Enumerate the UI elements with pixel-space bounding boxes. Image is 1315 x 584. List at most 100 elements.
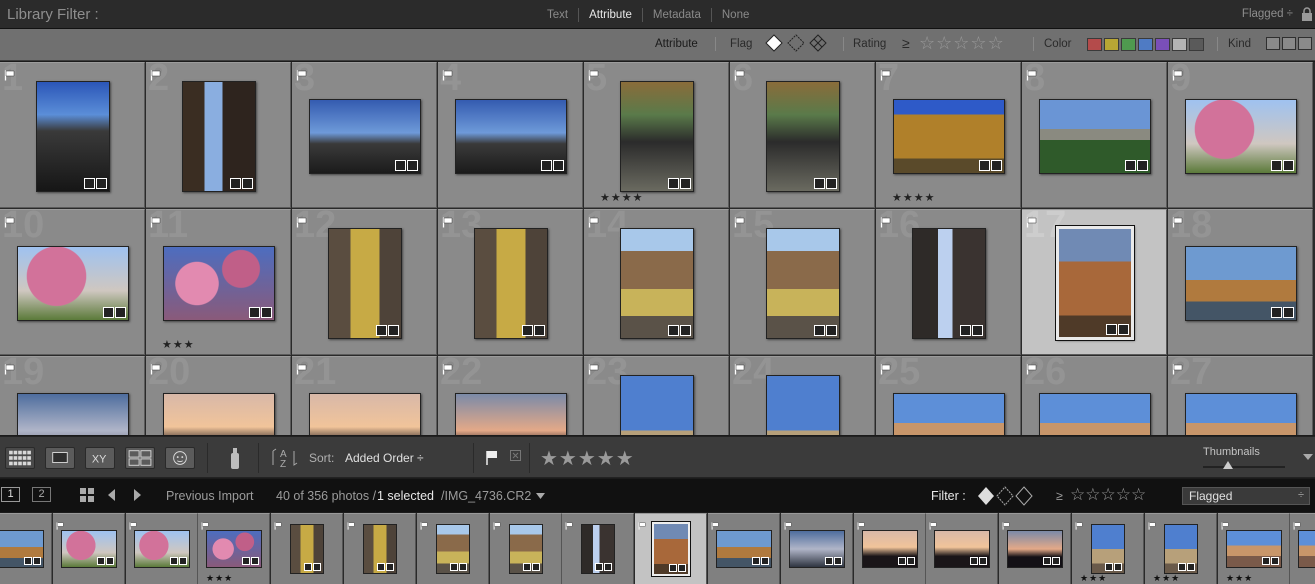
edit-badge-icon[interactable]	[242, 178, 253, 189]
filmstrip-cell[interactable]	[344, 513, 416, 584]
filmstrip-thumbnail[interactable]	[0, 530, 44, 568]
keyword-badge-icon[interactable]	[668, 178, 679, 189]
filmstrip-cell[interactable]: ★★★	[198, 513, 270, 584]
rating-operator[interactable]: ≥	[1056, 489, 1063, 503]
edit-badge-icon[interactable]	[115, 307, 126, 318]
toolbar-menu-chevron-icon[interactable]	[1303, 454, 1313, 460]
star-icon[interactable]: ☆	[970, 34, 986, 52]
filmstrip-cell[interactable]	[271, 513, 343, 584]
thumbnail-size-slider[interactable]	[1203, 466, 1285, 468]
edit-badge-icon[interactable]	[972, 325, 983, 336]
flag-icon[interactable]	[296, 362, 307, 375]
keyword-badge-icon[interactable]	[814, 178, 825, 189]
photo-thumbnail[interactable]	[766, 375, 840, 435]
lock-icon[interactable]	[1301, 7, 1313, 21]
edit-badge-icon[interactable]	[1283, 160, 1294, 171]
grid-view-button[interactable]	[5, 447, 35, 469]
painter-spray-icon[interactable]	[225, 445, 245, 471]
photo-thumbnail[interactable]	[455, 393, 567, 435]
keyword-badge-icon[interactable]	[1105, 563, 1113, 571]
grid-cell[interactable]: 11 ★★★	[146, 209, 291, 355]
secondary-window-button[interactable]: 2	[32, 487, 51, 502]
filmstrip-thumbnail[interactable]	[789, 530, 845, 568]
photo-thumbnail[interactable]	[182, 81, 256, 192]
keyword-badge-icon[interactable]	[242, 557, 250, 565]
photo-thumbnail[interactable]	[1185, 99, 1297, 174]
photo-thumbnail[interactable]	[17, 393, 129, 435]
keyword-badge-icon[interactable]	[669, 564, 677, 572]
filmstrip-cell[interactable]: ★★★	[1072, 513, 1144, 584]
edit-badge-icon[interactable]	[106, 557, 114, 565]
edit-badge-icon[interactable]	[459, 563, 467, 571]
grid-cell[interactable]: 23	[584, 356, 729, 435]
photo-thumbnail[interactable]	[309, 99, 421, 174]
keyword-badge-icon[interactable]	[395, 160, 406, 171]
photo-thumbnail[interactable]	[309, 393, 421, 435]
flag-icon[interactable]	[1172, 362, 1183, 375]
grid-cell[interactable]: 20	[146, 356, 291, 435]
people-view-button[interactable]	[165, 447, 195, 469]
flag-icon[interactable]	[1172, 68, 1183, 81]
flag-icon[interactable]	[150, 68, 161, 81]
filmstrip-cell[interactable]	[0, 513, 52, 584]
grid-cell[interactable]: 5 ★★★★	[584, 62, 729, 208]
edit-badge-icon[interactable]	[534, 325, 545, 336]
keyword-badge-icon[interactable]	[249, 307, 260, 318]
flag-icon[interactable]	[4, 68, 15, 81]
edit-badge-icon[interactable]	[386, 563, 394, 571]
keyword-badge-icon[interactable]	[523, 563, 531, 571]
flag-pick-icon[interactable]	[485, 450, 499, 466]
edit-badge-icon[interactable]	[826, 325, 837, 336]
filmstrip-cell[interactable]: ★★★	[1218, 513, 1290, 584]
keyword-badge-icon[interactable]	[304, 563, 312, 571]
keyword-badge-icon[interactable]	[960, 325, 971, 336]
rating-filter-stars[interactable]: ☆ ☆ ☆ ☆ ☆	[919, 34, 1004, 52]
flag-icon[interactable]	[420, 517, 428, 530]
photo-thumbnail[interactable]	[766, 228, 840, 339]
keyword-badge-icon[interactable]	[377, 563, 385, 571]
flag-icon[interactable]	[1026, 68, 1037, 81]
filmstrip-thumbnail[interactable]	[509, 524, 543, 574]
keyword-badge-icon[interactable]	[1125, 160, 1136, 171]
edit-badge-icon[interactable]	[1187, 563, 1195, 571]
forward-arrow-icon[interactable]	[130, 488, 144, 502]
color-label-swatch[interactable]	[1121, 38, 1136, 51]
photo-thumbnail[interactable]	[1055, 225, 1135, 341]
filmstrip-thumbnail[interactable]	[862, 530, 918, 568]
grid-cell[interactable]: 10	[0, 209, 145, 355]
edit-badge-icon[interactable]	[261, 307, 272, 318]
photo-thumbnail[interactable]	[1039, 99, 1151, 174]
set-rating-stars[interactable]: ★★★★★	[540, 446, 635, 471]
flag-icon[interactable]	[929, 517, 937, 530]
tab-none[interactable]: None	[710, 8, 760, 22]
grid-cell[interactable]: 26	[1022, 356, 1167, 435]
flag-reject-icon[interactable]	[510, 450, 522, 462]
grid-icon[interactable]	[80, 488, 94, 502]
keyword-badge-icon[interactable]	[230, 178, 241, 189]
filmstrip-thumbnail[interactable]	[934, 530, 990, 568]
keyword-badge-icon[interactable]	[898, 557, 906, 565]
keyword-badge-icon[interactable]	[376, 325, 387, 336]
grid-cell[interactable]: 21	[292, 356, 437, 435]
edit-badge-icon[interactable]	[680, 178, 691, 189]
back-arrow-icon[interactable]	[105, 488, 119, 502]
rating-operator[interactable]: ≥	[902, 35, 910, 51]
filmstrip-rating-stars[interactable]: ☆☆☆☆☆	[1070, 485, 1146, 505]
color-label-swatch[interactable]	[1087, 38, 1102, 51]
keyword-badge-icon[interactable]	[24, 557, 32, 565]
filmstrip-filter-select[interactable]: Flagged ÷	[1182, 487, 1310, 505]
filmstrip-cell[interactable]	[781, 513, 853, 584]
flag-icon[interactable]	[296, 215, 307, 228]
flag-icon[interactable]	[880, 68, 891, 81]
tab-attribute[interactable]: Attribute	[578, 8, 642, 22]
grid-cell[interactable]: 4	[438, 62, 583, 208]
filmstrip-thumbnail[interactable]	[1091, 524, 1125, 574]
grid-cell[interactable]: 9	[1168, 62, 1313, 208]
photo-thumbnail[interactable]	[912, 228, 986, 339]
photo-thumbnail[interactable]	[766, 81, 840, 192]
flag-icon[interactable]	[274, 517, 282, 530]
video-icon[interactable]	[1298, 37, 1312, 50]
grid-cell[interactable]: 27	[1168, 356, 1313, 435]
grid-cell[interactable]: 16	[876, 209, 1021, 355]
edit-badge-icon[interactable]	[313, 563, 321, 571]
